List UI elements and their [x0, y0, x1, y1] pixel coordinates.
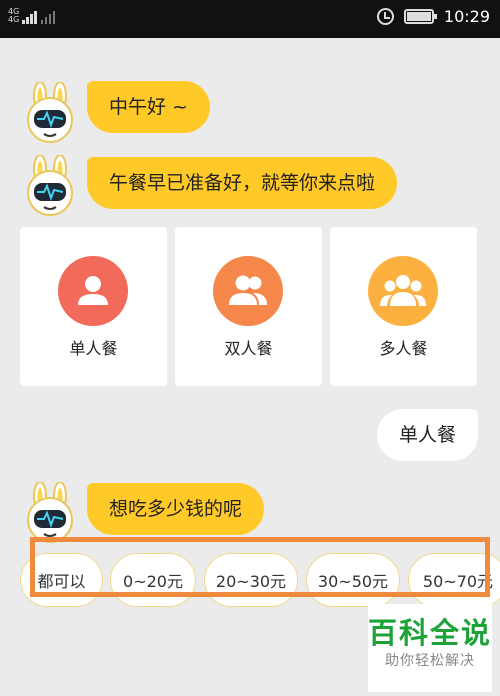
- bot-avatar: [22, 481, 78, 544]
- meal-option-double[interactable]: 双人餐: [175, 227, 322, 386]
- watermark-logo: 百科全说 助你轻松解决: [368, 604, 492, 692]
- watermark-title: 百科全说: [368, 616, 493, 650]
- meal-option-group[interactable]: 多人餐: [330, 227, 477, 386]
- status-time: 10:29: [443, 7, 490, 26]
- watermark-subtitle: 助你轻松解决: [385, 653, 475, 669]
- price-option-any[interactable]: 都可以: [20, 553, 103, 607]
- battery-icon: [403, 9, 437, 24]
- price-option-30-50[interactable]: 30~50元: [306, 553, 400, 607]
- bot-avatar: [22, 154, 78, 217]
- bot-message-bubble: 中午好 ~: [87, 81, 210, 133]
- price-option-50-70[interactable]: 50~70元: [408, 553, 500, 607]
- bot-message-bubble: 午餐早已准备好，就等你来点啦: [87, 157, 398, 209]
- meal-option-label: 多人餐: [379, 339, 428, 358]
- bot-avatar: [22, 81, 78, 144]
- signal-no-service-icon: [40, 10, 55, 24]
- price-option-20-30[interactable]: 20~30元: [204, 553, 298, 607]
- user-message-bubble: 单人餐: [376, 409, 478, 461]
- signal-icon: [22, 10, 37, 24]
- meal-option-single[interactable]: 单人餐: [20, 227, 167, 386]
- signal-indicators: 4G 4G: [8, 8, 55, 24]
- meal-option-label: 单人餐: [69, 339, 118, 358]
- price-option-0-20[interactable]: 0~20元: [110, 553, 196, 607]
- status-right: 10:29: [376, 7, 490, 26]
- status-bar: 4G 4G 10:29: [0, 0, 500, 38]
- bot-message-bubble: 想吃多少钱的呢: [87, 483, 265, 535]
- group-icon: [368, 256, 438, 326]
- single-person-icon: [58, 256, 128, 326]
- price-options-row[interactable]: 都可以 0~20元 20~30元 30~50元 50~70元: [20, 553, 500, 607]
- network-type-label: 4G 4G: [8, 7, 20, 24]
- alarm-icon: [376, 8, 394, 25]
- meal-option-label: 双人餐: [224, 339, 273, 358]
- two-person-icon: [213, 256, 283, 326]
